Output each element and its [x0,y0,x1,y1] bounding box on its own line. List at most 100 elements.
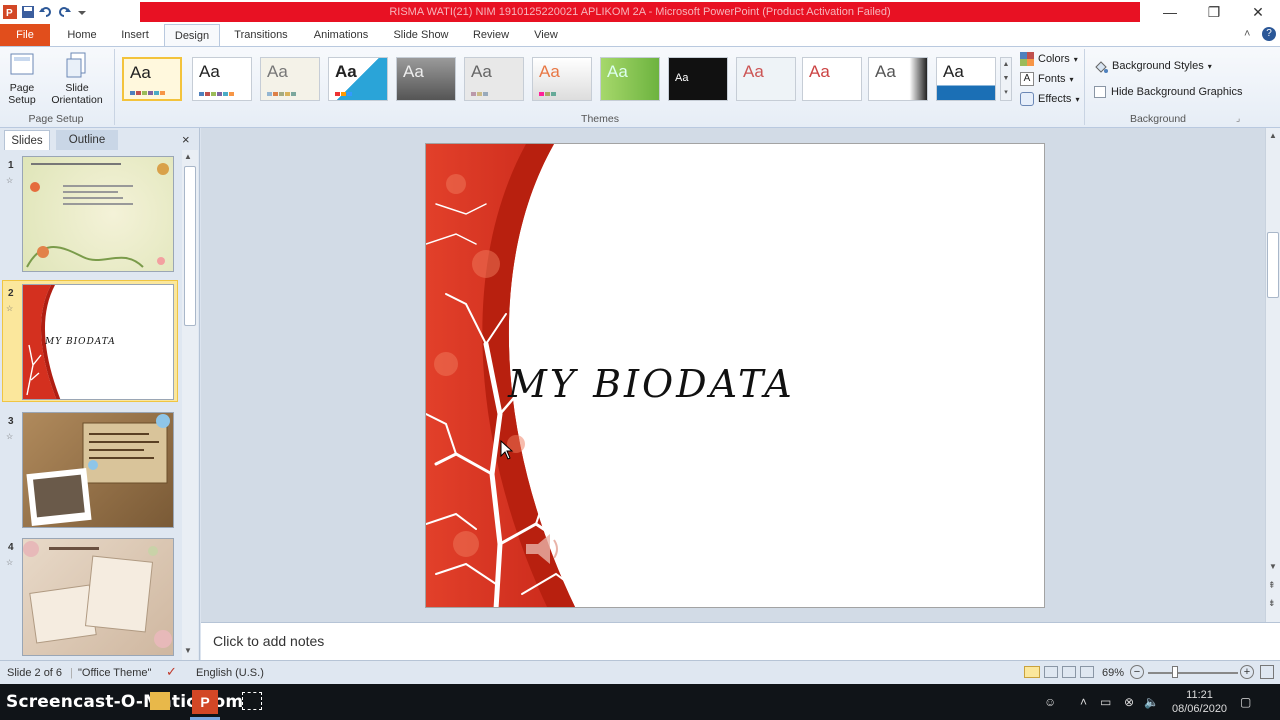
theme-8[interactable]: Aa [668,57,728,101]
scroll-up-icon[interactable]: ▲ [1269,131,1277,140]
scroll-down-icon[interactable]: ▼ [184,646,192,655]
clock-date: 08/06/2020 [1172,703,1228,715]
theme-7[interactable]: Aa [600,57,660,101]
tab-transitions[interactable]: Transitions [228,24,294,46]
tab-home[interactable]: Home [58,24,106,46]
slide-orientation-button[interactable]: Slide Orientation [44,51,110,106]
theme-3[interactable]: Aa [328,57,388,101]
theme-4[interactable]: Aa [396,57,456,101]
thumbnail-scrollbar[interactable]: ▲ ▼ [182,150,198,660]
notes-pane[interactable]: Click to add notes [201,622,1280,660]
customize-toolbar-icon[interactable] [74,4,90,20]
tab-view[interactable]: View [526,24,566,46]
fonts-icon: A [1020,72,1034,86]
powerpoint-taskbar-icon[interactable]: P [192,690,218,714]
slide-scrollbar[interactable]: ▲ ▼ ⇞ ⇟ [1265,128,1280,622]
language[interactable]: English (U.S.) [196,667,264,679]
restore-button[interactable]: ❐ [1192,0,1236,24]
theme-2[interactable]: Aa [260,57,320,101]
reading-view-icon[interactable] [1062,666,1076,678]
screen-capture-icon[interactable] [242,692,262,710]
theme-5[interactable]: Aa [464,57,524,101]
tab-insert[interactable]: Insert [112,24,158,46]
background-styles-button[interactable]: Background Styles ▾ [1094,59,1212,73]
theme-name[interactable]: "Office Theme" [78,667,151,679]
show-hidden-icons[interactable]: ˄ [1080,684,1087,720]
colors-button[interactable]: Colors ▾ [1020,52,1078,66]
slide-thumbnail-3[interactable] [22,412,174,528]
background-dialog-launcher-icon[interactable]: ⌟ [1236,113,1240,124]
page-setup-button[interactable]: Page Setup [4,51,40,106]
vintage-collage-icon [26,414,170,526]
help-icon[interactable]: ? [1262,27,1276,41]
tab-slides[interactable]: Slides [4,130,50,150]
notifications-icon[interactable]: ▢ [1240,684,1251,720]
thumb-number: 1 [8,160,14,171]
effects-button[interactable]: Effects ▾ [1020,92,1079,106]
volume-icon[interactable]: 🔈 [1144,684,1159,720]
theme-6[interactable]: Aa [532,57,592,101]
page-setup-icon [10,53,34,75]
checkbox-icon [1094,86,1106,98]
notes-placeholder[interactable]: Click to add notes [213,633,324,649]
close-button[interactable]: ✕ [1236,0,1280,24]
previous-slide-icon[interactable]: ⇞ [1268,580,1276,591]
theme-office[interactable]: Aa [122,57,182,101]
theme-9[interactable]: Aa [736,57,796,101]
close-pane-icon[interactable]: × [182,132,190,147]
zoom-slider-thumb[interactable] [1172,666,1178,678]
tab-slide-show[interactable]: Slide Show [388,24,454,46]
tab-design[interactable]: Design [164,24,220,47]
minimize-ribbon-icon[interactable]: ˄ [1244,28,1250,40]
slide-sorter-icon[interactable] [1044,666,1058,678]
theme-11[interactable]: Aa [868,57,928,101]
scroll-thumb[interactable] [1267,232,1279,298]
zoom-level[interactable]: 69% [1102,667,1124,679]
tab-file[interactable]: File [0,24,50,46]
file-explorer-icon[interactable] [150,692,170,710]
hide-background-graphics-checkbox[interactable]: Hide Background Graphics [1094,86,1242,98]
powerpoint-app-icon[interactable]: P [2,4,18,20]
save-icon[interactable] [20,4,36,20]
redo-icon[interactable] [56,4,72,20]
fit-to-window-icon[interactable] [1260,665,1274,679]
floral-decoration-icon [26,163,169,268]
clock[interactable]: 11:21 08/06/2020 [1172,684,1227,720]
normal-view-icon[interactable] [1024,666,1040,678]
slide-thumbnail-4[interactable] [22,538,174,656]
transition-star-icon: ☆ [6,176,14,185]
colors-icon [1020,52,1034,66]
scroll-thumb[interactable] [184,166,196,326]
zoom-out-icon[interactable]: − [1130,665,1144,679]
slide-thumbnail-1[interactable] [22,156,174,272]
battery-icon[interactable]: ▭ [1100,684,1111,720]
theme-1[interactable]: Aa [192,57,252,101]
slide-thumbnail-2[interactable]: MY BIODATA [22,284,174,400]
themes-gallery-scroll[interactable]: ▲ ▼ ▾ [1000,57,1012,101]
zoom-slider[interactable] [1148,672,1238,674]
spell-check-icon[interactable]: ✓ [166,664,177,680]
theme-12[interactable]: Aa [936,57,996,101]
minimize-button[interactable]: — [1148,0,1192,24]
tab-review[interactable]: Review [466,24,516,46]
tab-animations[interactable]: Animations [306,24,376,46]
current-slide[interactable]: MY BIODATA [425,143,1045,608]
effects-icon [1020,92,1034,106]
ribbon-design: Page Setup Slide Orientation Page Setup … [0,46,1280,128]
scroll-down-icon[interactable]: ▼ [1269,562,1277,571]
people-icon[interactable]: ☺ [1044,684,1056,720]
slide-title[interactable]: MY BIODATA [508,362,795,406]
scroll-up-icon[interactable]: ▲ [184,152,192,161]
svg-text:P: P [6,8,13,19]
slide-show-icon[interactable] [1080,666,1094,678]
ribbon-tabs: File Home Insert Design Transitions Anim… [0,24,1280,47]
transition-star-icon: ☆ [6,432,14,441]
undo-icon[interactable] [38,4,54,20]
network-icon[interactable]: ⊗ [1124,684,1134,720]
next-slide-icon[interactable]: ⇟ [1268,598,1276,609]
zoom-in-icon[interactable]: + [1240,665,1254,679]
theme-10[interactable]: Aa [802,57,862,101]
paint-bucket-icon [1095,61,1108,73]
tab-outline[interactable]: Outline [56,130,118,150]
fonts-button[interactable]: A Fonts ▾ [1020,72,1074,86]
